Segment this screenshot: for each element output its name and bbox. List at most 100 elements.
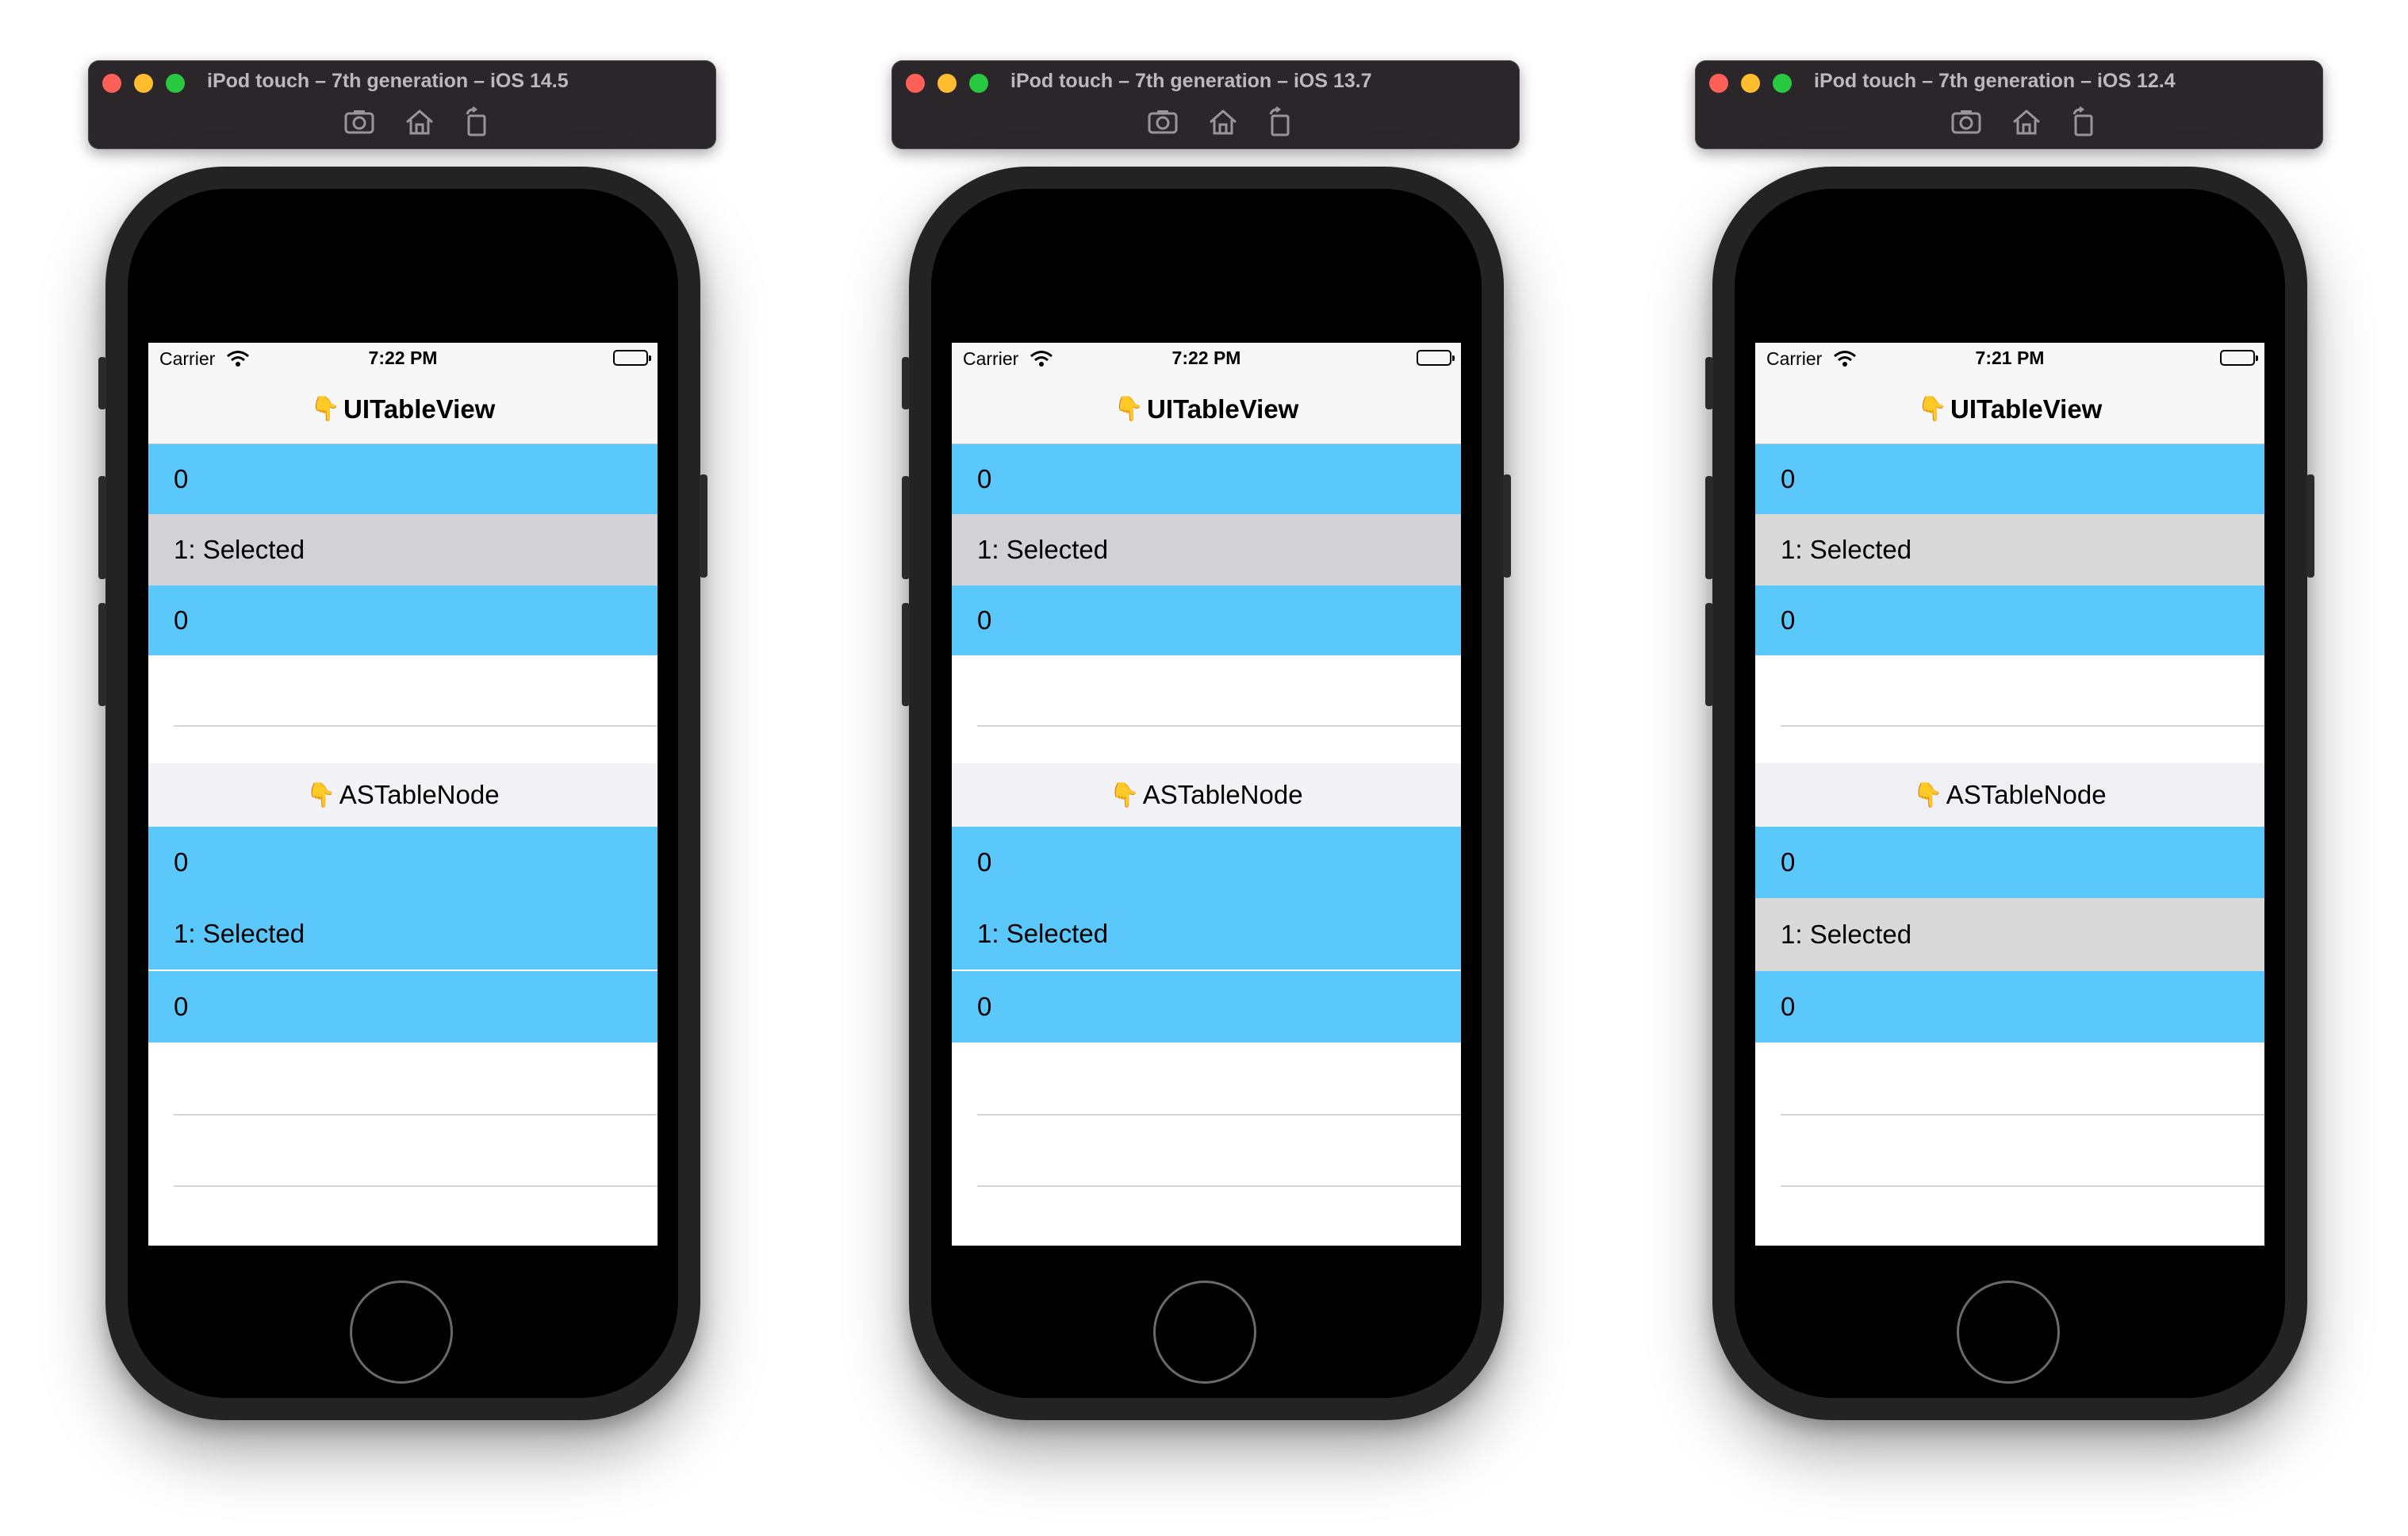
astable-row-2[interactable]: 0 <box>1755 971 2264 1043</box>
volume-down-button <box>98 603 106 706</box>
astable-row-1-selected[interactable]: 1: Selected <box>148 898 658 970</box>
uitable-row-1-selected[interactable]: 1: Selected <box>952 514 1461 586</box>
volume-up-button <box>98 476 106 579</box>
navbar-title: UITableView <box>1950 394 2103 424</box>
battery-icon <box>613 350 651 366</box>
row-label: 1: Selected <box>1781 920 1912 949</box>
uitable-row-2[interactable]: 0 <box>952 586 1461 655</box>
navigation-bar: 👇 UITableView <box>1755 374 2264 444</box>
home-icon[interactable] <box>1206 105 1240 140</box>
row-label: 0 <box>1781 847 1796 877</box>
power-button <box>700 474 707 578</box>
row-label: 0 <box>1781 605 1796 635</box>
minimize-button[interactable] <box>938 74 957 93</box>
navbar-title: UITableView <box>1147 394 1299 424</box>
section-header: 👇 ASTableNode <box>1755 763 2264 827</box>
section-header-title: ASTableNode <box>1142 780 1303 809</box>
volume-up-button <box>902 476 910 579</box>
row-label: 1: Selected <box>174 919 305 948</box>
row-label: 0 <box>977 992 992 1021</box>
simulator-window-1: iPod touch – 7th generation – iOS 14.5 C… <box>0 0 806 1536</box>
mute-switch <box>1705 357 1713 409</box>
toolbar-icons <box>326 105 486 140</box>
navigation-bar: 👇 UITableView <box>148 374 658 444</box>
row-label: 1: Selected <box>174 535 305 564</box>
simulator-window-2: iPod touch – 7th generation – iOS 13.7 C… <box>803 0 1609 1536</box>
row-label: 1: Selected <box>977 535 1109 564</box>
uitable-row-0[interactable]: 0 <box>1755 444 2264 514</box>
close-button[interactable] <box>906 74 925 93</box>
row-label: 0 <box>1781 464 1796 493</box>
row-label: 0 <box>977 605 992 635</box>
simulator-toolbar: iPod touch – 7th generation – iOS 13.7 <box>891 60 1520 149</box>
uitable-row-2[interactable]: 0 <box>1755 586 2264 655</box>
pointing-hand-icon: 👇 <box>1917 396 1947 422</box>
rotate-icon[interactable] <box>1263 105 1298 140</box>
row-label: 0 <box>174 992 189 1021</box>
close-button[interactable] <box>102 74 121 93</box>
volume-up-button <box>1705 476 1713 579</box>
row-label: 1: Selected <box>1781 535 1912 564</box>
uitable-row-2[interactable]: 0 <box>148 586 658 655</box>
astable-row-0[interactable]: 0 <box>1755 827 2264 898</box>
pointing-hand-icon: 👇 <box>306 781 336 808</box>
zoom-button[interactable] <box>166 74 185 93</box>
astable-row-0[interactable]: 0 <box>952 827 1461 898</box>
rotate-icon[interactable] <box>2066 105 2101 140</box>
navigation-bar: 👇 UITableView <box>952 374 1461 444</box>
row-label: 1: Selected <box>977 919 1109 948</box>
home-button[interactable] <box>1957 1281 2060 1384</box>
astable-row-1-selected[interactable]: 1: Selected <box>1755 898 2264 971</box>
volume-down-button <box>1705 603 1713 706</box>
home-button[interactable] <box>350 1281 453 1384</box>
rotate-icon[interactable] <box>459 105 494 140</box>
close-button[interactable] <box>1709 74 1728 93</box>
home-icon[interactable] <box>2009 105 2044 140</box>
row-separator <box>174 1114 658 1116</box>
pointing-hand-icon: 👇 <box>1110 781 1140 808</box>
home-button[interactable] <box>1153 1281 1256 1384</box>
pointing-hand-icon: 👇 <box>1114 396 1144 422</box>
astable-row-2[interactable]: 0 <box>952 971 1461 1043</box>
screenshot-icon[interactable] <box>1145 105 1180 140</box>
row-label: 0 <box>174 605 189 635</box>
mute-switch <box>98 357 106 409</box>
power-button <box>1503 474 1511 578</box>
minimize-button[interactable] <box>1741 74 1760 93</box>
toolbar-icons <box>1933 105 2093 140</box>
minimize-button[interactable] <box>134 74 153 93</box>
screenshot-icon[interactable] <box>1949 105 1984 140</box>
simulator-toolbar: iPod touch – 7th generation – iOS 12.4 <box>1695 60 2323 149</box>
status-time: 7:21 PM <box>1975 348 2045 368</box>
row-separator <box>174 725 658 727</box>
device-screen: Carrier 7:22 PM 👇 UITableView 0 1: Selec… <box>148 343 658 1246</box>
uitable-row-1-selected[interactable]: 1: Selected <box>1755 514 2264 586</box>
section-header-title: ASTableNode <box>339 780 500 809</box>
astable-row-0[interactable]: 0 <box>148 827 658 898</box>
status-bar: Carrier 7:22 PM <box>148 343 658 374</box>
astable-row-2[interactable]: 0 <box>148 971 658 1043</box>
screenshot-icon[interactable] <box>342 105 377 140</box>
uitable-row-1-selected[interactable]: 1: Selected <box>148 514 658 586</box>
row-separator <box>174 1185 658 1187</box>
uitable-row-0[interactable]: 0 <box>148 444 658 514</box>
simulator-title: iPod touch – 7th generation – iOS 13.7 <box>1010 70 1372 92</box>
zoom-button[interactable] <box>969 74 988 93</box>
row-label: 0 <box>1781 992 1796 1021</box>
pointing-hand-icon: 👇 <box>1913 781 1943 808</box>
device-screen: Carrier 7:21 PM 👇 UITableView 0 1: Selec… <box>1755 343 2264 1246</box>
row-separator <box>977 1114 1461 1116</box>
section-header: 👇 ASTableNode <box>952 763 1461 827</box>
row-label: 0 <box>977 847 992 877</box>
zoom-button[interactable] <box>1773 74 1792 93</box>
row-separator <box>977 725 1461 727</box>
astable-row-1-selected[interactable]: 1: Selected <box>952 898 1461 970</box>
simulator-title: iPod touch – 7th generation – iOS 14.5 <box>207 70 569 92</box>
row-separator <box>1781 1114 2264 1116</box>
row-label: 0 <box>174 847 189 877</box>
section-header: 👇 ASTableNode <box>148 763 658 827</box>
uitable-row-0[interactable]: 0 <box>952 444 1461 514</box>
row-separator <box>1781 725 2264 727</box>
pointing-hand-icon: 👇 <box>310 396 340 422</box>
home-icon[interactable] <box>402 105 437 140</box>
